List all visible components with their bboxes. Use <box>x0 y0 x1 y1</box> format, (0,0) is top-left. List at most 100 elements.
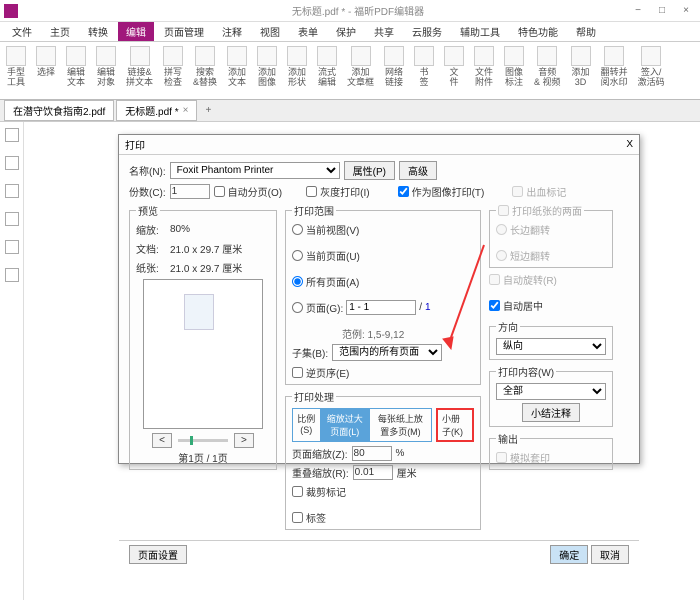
security-icon[interactable] <box>5 268 19 282</box>
page-slider[interactable] <box>178 439 228 442</box>
print-icon[interactable] <box>76 5 88 17</box>
collate-checkbox[interactable] <box>214 186 225 197</box>
ribbon-icon <box>6 46 26 66</box>
pages-input[interactable] <box>346 300 416 315</box>
attachments-icon[interactable] <box>5 212 19 226</box>
next-page-button[interactable]: > <box>234 433 254 448</box>
menu-10[interactable]: 云服务 <box>404 22 450 41</box>
copies-spinner[interactable]: 1 <box>170 184 210 199</box>
ribbon-tabs: 文件主页转换编辑页面管理注释视图表单保护共享云服务辅助工具特色功能帮助 <box>0 22 700 42</box>
new-tab-button[interactable]: + <box>199 105 217 116</box>
ribbon-item-16[interactable]: 图像标注 <box>504 46 524 95</box>
grayscale-checkbox[interactable] <box>306 186 317 197</box>
overlap-spinner[interactable]: 0.01 <box>353 465 393 480</box>
menu-5[interactable]: 注释 <box>214 22 250 41</box>
close-icon[interactable]: × <box>183 105 189 116</box>
save-icon[interactable] <box>22 5 34 17</box>
comments-icon[interactable] <box>5 184 19 198</box>
menu-0[interactable]: 文件 <box>4 22 40 41</box>
menu-9[interactable]: 共享 <box>366 22 402 41</box>
current-page-radio[interactable] <box>292 250 303 261</box>
printwhat-fieldset: 打印内容(W) 全部 小结注释 <box>489 364 613 427</box>
ribbon-item-9[interactable]: 添加形状 <box>287 46 307 95</box>
ribbon-item-15[interactable]: 文件附件 <box>474 46 494 95</box>
dialog-close-button[interactable]: X <box>626 139 633 150</box>
menu-7[interactable]: 表单 <box>290 22 326 41</box>
ribbon-item-11[interactable]: 添加文章框 <box>347 46 374 95</box>
signatures-icon[interactable] <box>5 240 19 254</box>
menu-12[interactable]: 特色功能 <box>510 22 566 41</box>
maximize-button[interactable]: □ <box>652 5 672 16</box>
ribbon-icon <box>163 46 183 66</box>
ribbon-icon <box>257 46 277 66</box>
zoom-spinner[interactable]: 80 <box>352 446 392 461</box>
ribbon-item-5[interactable]: 拼写检查 <box>163 46 183 95</box>
ribbon-item-17[interactable]: 音频& 视频 <box>534 46 561 95</box>
menu-8[interactable]: 保护 <box>328 22 364 41</box>
asimage-checkbox[interactable] <box>398 186 409 197</box>
ribbon-icon <box>96 46 116 66</box>
menu-2[interactable]: 转换 <box>80 22 116 41</box>
menu-6[interactable]: 视图 <box>252 22 288 41</box>
subset-select[interactable]: 范围内的所有页面 <box>332 344 442 361</box>
printer-select[interactable]: Foxit Phantom Printer <box>170 162 340 179</box>
pages-radio[interactable] <box>292 302 303 313</box>
labels-checkbox[interactable] <box>292 512 303 523</box>
ribbon-item-1[interactable]: 选择 <box>36 46 56 95</box>
ribbon-item-8[interactable]: 添加图像 <box>257 46 277 95</box>
window-controls: − □ × <box>628 5 696 16</box>
seg-booklet[interactable]: 小册子(K) <box>436 408 474 442</box>
properties-button[interactable]: 属性(P) <box>344 161 395 180</box>
undo-icon[interactable] <box>40 5 52 17</box>
seg-scale[interactable]: 比例(S) <box>293 409 321 441</box>
current-view-radio[interactable] <box>292 224 303 235</box>
minimize-button[interactable]: − <box>628 5 648 16</box>
ribbon-item-0[interactable]: 手型工具 <box>6 46 26 95</box>
cancel-button[interactable]: 取消 <box>591 545 629 564</box>
ribbon-item-19[interactable]: 翻转并阅水印 <box>601 46 628 95</box>
bookmark-icon[interactable] <box>5 128 19 142</box>
all-pages-radio[interactable] <box>292 276 303 287</box>
advanced-button[interactable]: 高级 <box>399 161 437 180</box>
menu-3[interactable]: 编辑 <box>118 22 154 41</box>
ribbon-item-7[interactable]: 添加文本 <box>227 46 247 95</box>
seg-multi[interactable]: 每张纸上放置多页(M) <box>370 409 431 441</box>
ok-button[interactable]: 确定 <box>550 545 588 564</box>
ribbon-item-3[interactable]: 编辑对象 <box>96 46 116 95</box>
ribbon-panel: 手型工具选择编辑文本编辑对象链接&拼文本拼写检查搜索&替换添加文本添加图像添加形… <box>0 42 700 100</box>
redo-icon[interactable] <box>58 5 70 17</box>
ribbon-item-20[interactable]: 签入/激活码 <box>638 46 665 95</box>
ribbon-item-6[interactable]: 搜索&替换 <box>193 46 217 95</box>
ribbon-item-12[interactable]: 网络链接 <box>384 46 404 95</box>
ribbon-icon <box>604 46 624 66</box>
ribbon-item-18[interactable]: 添加3D <box>571 46 591 95</box>
ribbon-icon <box>66 46 86 66</box>
prev-page-button[interactable]: < <box>152 433 172 448</box>
doc-tab-0[interactable]: 在潜守饮食指南2.pdf <box>4 100 114 121</box>
autocenter-checkbox[interactable] <box>489 300 500 311</box>
scalenote-button[interactable]: 小结注释 <box>522 403 580 422</box>
ribbon-item-2[interactable]: 编辑文本 <box>66 46 86 95</box>
dialog-titlebar: 打印 X <box>119 135 639 155</box>
left-sidebar <box>0 122 24 600</box>
ribbon-item-10[interactable]: 流式编辑 <box>317 46 337 95</box>
simulate-checkbox <box>496 452 507 463</box>
ribbon-item-4[interactable]: 链接&拼文本 <box>126 46 153 95</box>
handling-segmented[interactable]: 比例(S) 缩放过大页面(L) 每张纸上放置多页(M) <box>292 408 432 442</box>
orientation-select[interactable]: 纵向 <box>496 338 606 355</box>
ribbon-icon <box>571 46 591 66</box>
pagesetup-button[interactable]: 页面设置 <box>129 545 187 564</box>
menu-11[interactable]: 辅助工具 <box>452 22 508 41</box>
reverse-checkbox[interactable] <box>292 367 303 378</box>
cropmarks-checkbox[interactable] <box>292 486 303 497</box>
close-button[interactable]: × <box>676 5 696 16</box>
doc-tab-1[interactable]: 无标题.pdf *× <box>116 100 197 121</box>
menu-1[interactable]: 主页 <box>42 22 78 41</box>
ribbon-item-13[interactable]: 书签 <box>414 46 434 95</box>
printwhat-select[interactable]: 全部 <box>496 383 606 400</box>
menu-13[interactable]: 帮助 <box>568 22 604 41</box>
menu-4[interactable]: 页面管理 <box>156 22 212 41</box>
seg-fit[interactable]: 缩放过大页面(L) <box>321 409 370 441</box>
ribbon-item-14[interactable]: 文件 <box>444 46 464 95</box>
pages-icon[interactable] <box>5 156 19 170</box>
